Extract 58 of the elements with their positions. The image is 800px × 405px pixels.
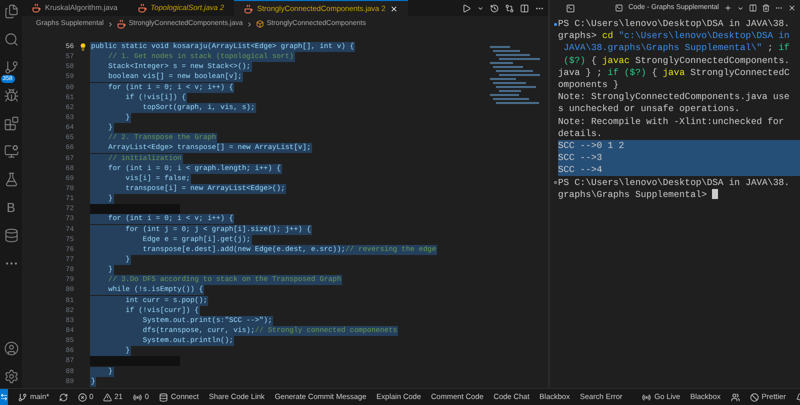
- close-icon[interactable]: [788, 4, 796, 12]
- chevron-right-icon: [106, 20, 114, 28]
- files-icon[interactable]: [4, 4, 18, 19]
- remote-icon: [0, 393, 8, 401]
- trash-icon[interactable]: [762, 4, 770, 12]
- terminal-line: ($?) { javac StronglyConnectedComponents.: [562, 54, 790, 67]
- split-editor-icon[interactable]: [520, 4, 529, 12]
- extensions-icon[interactable]: [4, 116, 18, 131]
- database-icon[interactable]: [158, 392, 168, 402]
- terminal-line: PS C:\Users\lenovo\Desktop\DSA in JAVA\38.: [558, 176, 790, 189]
- terminal-line: java } ; if ($?) { java StronglyConnectedC: [558, 66, 790, 79]
- java-cup-icon: [32, 3, 41, 13]
- compare-icon[interactable]: [505, 4, 514, 12]
- java-cup-icon: [138, 3, 147, 13]
- terminal-line: SCC -->0 1 2: [558, 140, 624, 152]
- terminal-line: graphs> cd "c:\Users\lenovo\Desktop\DSA in: [558, 30, 790, 42]
- chevron-down-icon[interactable]: [477, 4, 484, 12]
- terminal-line: SCC -->4: [558, 164, 602, 176]
- java-cup-icon: [116, 19, 126, 29]
- terminal-line: SCC -->3: [558, 152, 602, 164]
- terminal-line: PS C:\Users\lenovo\Desktop\DSA in JAVA\38.: [558, 18, 790, 30]
- extension-letter-icon[interactable]: B: [6, 200, 16, 215]
- minimap-drawing: [490, 46, 540, 106]
- class-icon: [256, 20, 264, 28]
- source-control-icon[interactable]: [4, 60, 18, 75]
- java-cup-icon: [244, 4, 254, 14]
- terminal-line: s unchecked or unsafe operations.: [558, 103, 740, 116]
- terminal-line: JAVA\38.graphs\Graphs Supplemental\" ; if: [562, 42, 790, 54]
- terminal-line: Note: StronglyConnectedComponents.java use: [558, 91, 790, 104]
- chevron-down-icon[interactable]: [737, 4, 744, 12]
- search-icon[interactable]: [4, 32, 18, 47]
- prohibited-icon[interactable]: [750, 392, 759, 402]
- remote-button[interactable]: [0, 389, 8, 405]
- settings-icon[interactable]: [4, 369, 18, 384]
- remote-monitor-icon[interactable]: [4, 144, 18, 159]
- terminal-line: details.: [558, 128, 602, 140]
- sync-icon[interactable]: [59, 392, 68, 402]
- flask-icon[interactable]: [4, 172, 18, 187]
- history-icon[interactable]: [490, 4, 499, 12]
- account-icon[interactable]: [4, 341, 18, 356]
- add-icon[interactable]: [724, 4, 732, 12]
- terminal-line: Note: Recompile with -Xlint:unchecked for: [558, 116, 784, 128]
- error-icon: [78, 392, 88, 402]
- lightbulb-icon[interactable]: [79, 43, 87, 52]
- branch-icon[interactable]: [18, 392, 27, 402]
- split-terminal-icon[interactable]: [749, 4, 757, 12]
- run-icon[interactable]: [462, 4, 471, 12]
- terminal-line: omponents }: [558, 79, 619, 92]
- warning-icon: [103, 392, 112, 402]
- antenna-icon[interactable]: [132, 392, 142, 402]
- database-icon[interactable]: [4, 228, 18, 243]
- terminal-line: graphs\Graphs Supplemental>: [558, 188, 718, 201]
- people-icon[interactable]: [730, 392, 740, 402]
- terminal-icon: [615, 4, 624, 12]
- run-debug-icon[interactable]: [4, 88, 18, 103]
- antenna-icon[interactable]: [642, 392, 652, 402]
- terminal-icon[interactable]: [566, 4, 575, 12]
- chevron-right-icon: [246, 20, 253, 28]
